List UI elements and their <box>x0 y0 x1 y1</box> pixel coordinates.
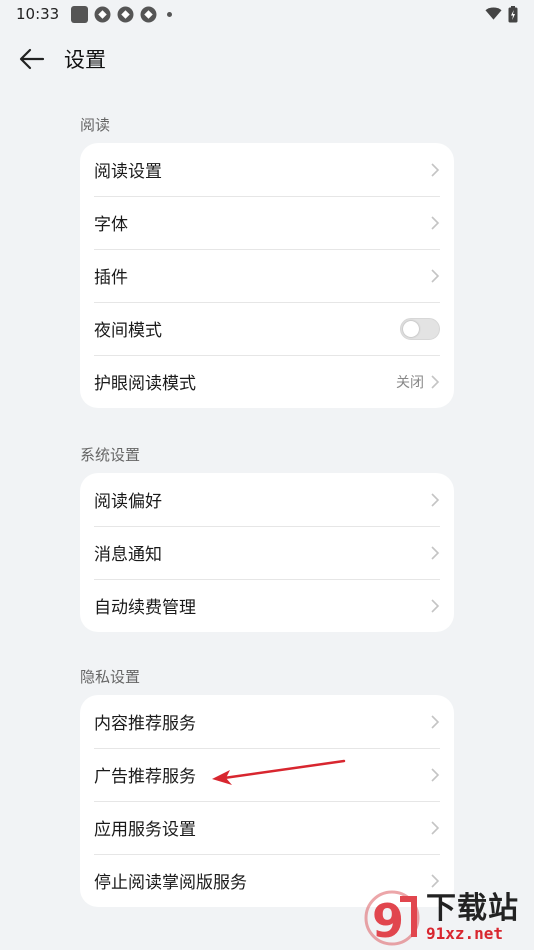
list-item-label: 内容推荐服务 <box>94 714 196 734</box>
list-item-label: 自动续费管理 <box>94 598 196 618</box>
chevron-right-icon <box>431 215 440 230</box>
status-time: 10:33 <box>16 5 60 23</box>
night-mode-toggle[interactable] <box>400 317 440 340</box>
list-item-font[interactable]: 字体 <box>80 196 454 249</box>
section-title-system: 系统设置 <box>80 446 141 464</box>
app-icon <box>94 6 111 22</box>
chevron-right-icon <box>431 767 440 782</box>
status-notification-icons <box>71 5 173 23</box>
list-item-night-mode: 夜间模式 <box>80 302 454 355</box>
list-item-label: 夜间模式 <box>94 321 162 341</box>
list-item-label: 插件 <box>94 268 128 288</box>
chevron-right-icon <box>431 820 440 835</box>
list-item-label: 广告推荐服务 <box>94 767 196 787</box>
battery-icon <box>508 5 518 22</box>
app-icon <box>140 6 157 22</box>
list-item-label: 阅读设置 <box>94 162 162 182</box>
list-item-label: 护眼阅读模式 <box>94 374 196 394</box>
list-item-content-recommendation[interactable]: 内容推荐服务 <box>80 695 454 748</box>
list-item-label: 阅读偏好 <box>94 492 162 512</box>
eye-care-mode-value: 关闭 <box>396 374 424 391</box>
list-item-label: 字体 <box>94 215 128 235</box>
card-reading: 阅读设置 字体 插件 夜间模式 护眼阅读模式 关闭 <box>80 143 454 408</box>
dot-icon <box>167 11 173 17</box>
section-title-privacy: 隐私设置 <box>80 668 141 686</box>
card-privacy: 内容推荐服务 广告推荐服务 应用服务设置 停止阅读掌阅版服务 <box>80 695 454 907</box>
status-bar: 10:33 <box>0 0 534 28</box>
list-item-label: 停止阅读掌阅版服务 <box>94 873 247 893</box>
app-icon <box>117 6 134 22</box>
page-title: 设置 <box>64 48 106 72</box>
section-title-reading: 阅读 <box>80 116 111 134</box>
chevron-right-icon <box>431 492 440 507</box>
list-item-plugins[interactable]: 插件 <box>80 249 454 302</box>
back-button[interactable] <box>18 45 46 73</box>
square-icon <box>71 5 89 23</box>
watermark-url: 91xz.net <box>426 924 504 943</box>
watermark-logo-icon: 9 <box>364 890 420 948</box>
list-item-label: 应用服务设置 <box>94 820 196 840</box>
annotation-arrow-icon <box>212 759 346 785</box>
chevron-right-icon <box>431 714 440 729</box>
list-item-eye-care-mode[interactable]: 护眼阅读模式 关闭 <box>80 355 454 408</box>
arrow-left-icon <box>19 48 45 70</box>
watermark-brand: 下载站 <box>426 891 519 926</box>
chevron-right-icon <box>431 374 440 389</box>
toggle-knob <box>403 320 419 337</box>
chevron-right-icon <box>431 162 440 177</box>
list-item-notifications[interactable]: 消息通知 <box>80 526 454 579</box>
chevron-right-icon <box>431 268 440 283</box>
header: 设置 <box>0 36 534 82</box>
card-system: 阅读偏好 消息通知 自动续费管理 <box>80 473 454 632</box>
list-item-app-service-settings[interactable]: 应用服务设置 <box>80 801 454 854</box>
chevron-right-icon <box>431 598 440 613</box>
wifi-icon <box>485 7 502 20</box>
svg-text:9: 9 <box>372 894 404 948</box>
list-item-auto-renewal[interactable]: 自动续费管理 <box>80 579 454 632</box>
list-item-reading-preference[interactable]: 阅读偏好 <box>80 473 454 526</box>
list-item-label: 消息通知 <box>94 545 162 565</box>
watermark: 9 下载站 91xz.net <box>362 886 534 950</box>
list-item-reading-settings[interactable]: 阅读设置 <box>80 143 454 196</box>
status-system-icons <box>485 5 518 23</box>
chevron-right-icon <box>431 545 440 560</box>
